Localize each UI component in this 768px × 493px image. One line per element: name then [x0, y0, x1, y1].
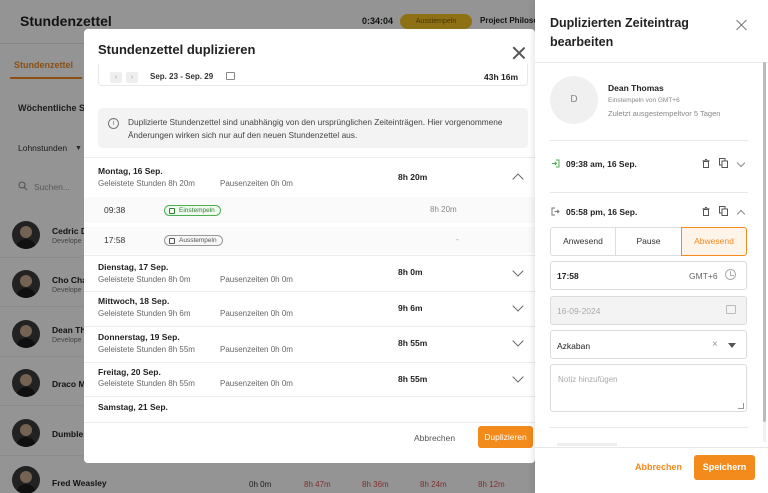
next-week-button[interactable]: ›: [126, 72, 138, 83]
calendar-icon[interactable]: [226, 72, 235, 80]
location-value: Azkaban: [557, 341, 591, 351]
chevron-down-icon[interactable]: [736, 158, 746, 168]
entry-time: 09:38: [104, 205, 126, 215]
duplicate-timesheet-modal: Stundenzettel duplizieren ‹ › Sep. 23 - …: [84, 29, 535, 463]
cancel-button[interactable]: Abbrechen: [414, 433, 455, 443]
day-pause: Pausenzeiten 0h 0m: [220, 379, 293, 388]
day-worked: Geleistete Stunden 8h 20m: [98, 179, 195, 188]
clock-out-icon: [551, 207, 560, 216]
segment-pause[interactable]: Pause: [615, 227, 682, 256]
clock-in-badge: Einstempeln: [164, 205, 221, 216]
edit-entry-panel: Duplizierten Zeiteintrag bearbeiten D De…: [535, 0, 768, 493]
day-worked: Geleistete Stunden 8h 55m: [98, 345, 195, 354]
prev-week-button[interactable]: ‹: [110, 72, 122, 83]
segment-abwesend[interactable]: Abwesend: [681, 227, 747, 256]
day-total: 9h 6m: [398, 303, 423, 313]
chevron-down-icon[interactable]: [512, 335, 524, 347]
clock-out-badge: Ausstempeln: [164, 235, 223, 246]
day-total: 8h 20m: [398, 172, 428, 182]
chevron-up-icon[interactable]: [512, 173, 524, 185]
entry-duration: -: [456, 235, 459, 244]
copy-icon[interactable]: [719, 206, 728, 216]
clock-out-icon: [169, 238, 175, 244]
list-item: [557, 443, 617, 446]
clock-in-time: 09:38 am, 16 Sep.: [566, 159, 637, 169]
clock-in-icon: [169, 208, 175, 214]
day-name: Dienstag, 17 Sep.: [98, 262, 169, 272]
divider: [550, 140, 748, 141]
chevron-down-icon[interactable]: [512, 300, 524, 312]
day-pause: Pausenzeiten 0h 0m: [220, 345, 293, 354]
modal-footer: [84, 422, 535, 463]
day-name: Samstag, 21 Sep.: [98, 402, 168, 412]
entry-duration: 8h 20m: [430, 205, 457, 214]
day-name: Mittwoch, 18 Sep.: [98, 296, 170, 306]
divider: [84, 396, 535, 397]
trash-icon[interactable]: [702, 159, 710, 168]
segment-anwesend[interactable]: Anwesend: [550, 227, 616, 256]
clock-in-icon: [552, 159, 560, 168]
calendar-icon: [726, 305, 736, 314]
cancel-button[interactable]: Abbrechen: [635, 462, 682, 472]
divider: [84, 157, 535, 158]
day-name: Montag, 16 Sep.: [98, 166, 163, 176]
day-name: Freitag, 20 Sep.: [98, 367, 161, 377]
day-pause: Pausenzeiten 0h 0m: [220, 309, 293, 318]
day-pause: Pausenzeiten 0h 0m: [220, 179, 293, 188]
info-icon: i: [108, 118, 119, 129]
user-last-clock-out: Zuletzt ausgestempeltvor 5 Tagen: [608, 109, 721, 118]
divider: [550, 427, 748, 428]
chevron-down-icon[interactable]: [512, 265, 524, 277]
close-icon[interactable]: [736, 19, 748, 31]
save-button[interactable]: Speichern: [694, 455, 755, 480]
day-worked: Geleistete Stunden 9h 6m: [98, 309, 191, 318]
panel-title: Duplizierten Zeiteintrag bearbeiten: [550, 16, 689, 49]
clock-out-time: 05:58 pm, 16 Sep.: [566, 207, 638, 217]
timezone-value: GMT+6: [689, 271, 718, 281]
resize-handle[interactable]: [738, 403, 744, 409]
clear-icon[interactable]: ×: [712, 339, 718, 350]
day-pause: Pausenzeiten 0h 0m: [220, 275, 293, 284]
day-worked: Geleistete Stunden 8h 55m: [98, 379, 195, 388]
divider: [550, 192, 748, 193]
day-total: 8h 55m: [398, 338, 428, 348]
day-total: 8h 55m: [398, 374, 428, 384]
date-value: 16-09-2024: [557, 306, 601, 316]
divider: [535, 62, 768, 63]
trash-icon[interactable]: [702, 207, 710, 216]
chevron-up-icon[interactable]: [736, 209, 746, 219]
chevron-down-icon[interactable]: [512, 371, 524, 383]
entry-time: 17:58: [104, 235, 126, 245]
copy-icon[interactable]: [719, 158, 728, 168]
day-worked: Geleistete Stunden 8h 0m: [98, 275, 191, 284]
time-entry-row: [84, 197, 535, 223]
avatar: D: [550, 76, 598, 124]
duplicate-button[interactable]: Duplizieren: [478, 426, 533, 448]
close-icon[interactable]: [512, 46, 526, 60]
time-value: 17:58: [557, 271, 579, 281]
divider: [84, 326, 535, 327]
clock-icon[interactable]: [725, 269, 736, 280]
modal-title: Stundenzettel duplizieren: [98, 42, 256, 57]
day-name: Donnerstag, 19 Sep.: [98, 332, 180, 342]
divider: [84, 255, 535, 256]
user-clock-in-tz: Einstempeln von GMT+6: [608, 97, 680, 104]
divider: [84, 291, 535, 292]
day-total: 8h 0m: [398, 267, 423, 277]
week-total: 43h 16m: [484, 72, 519, 82]
time-entry-row: [84, 227, 535, 253]
divider: [84, 362, 535, 363]
info-text: Duplizierte Stundenzettel sind unabhängi…: [128, 117, 503, 140]
notes-input[interactable]: [550, 364, 747, 412]
caret-down-icon[interactable]: [728, 343, 736, 348]
scrollbar-thumb[interactable]: [763, 62, 766, 422]
week-range: Sep. 23 - Sep. 29: [150, 72, 214, 81]
user-name: Dean Thomas: [608, 83, 664, 93]
